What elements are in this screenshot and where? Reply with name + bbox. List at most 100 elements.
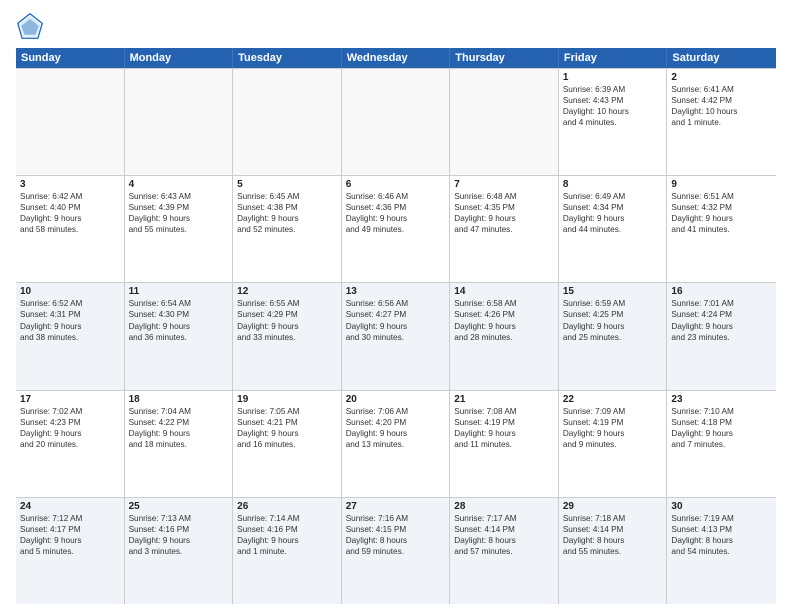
day-cell-11: 11Sunrise: 6:54 AM Sunset: 4:30 PM Dayli… bbox=[125, 283, 234, 389]
day-number: 18 bbox=[129, 394, 229, 405]
calendar-row-3: 17Sunrise: 7:02 AM Sunset: 4:23 PM Dayli… bbox=[16, 391, 776, 498]
day-info: Sunrise: 7:08 AM Sunset: 4:19 PM Dayligh… bbox=[454, 406, 554, 450]
day-info: Sunrise: 7:02 AM Sunset: 4:23 PM Dayligh… bbox=[20, 406, 120, 450]
day-number: 15 bbox=[563, 286, 663, 297]
day-number: 28 bbox=[454, 501, 554, 512]
day-number: 30 bbox=[671, 501, 772, 512]
day-number: 10 bbox=[20, 286, 120, 297]
day-cell-7: 7Sunrise: 6:48 AM Sunset: 4:35 PM Daylig… bbox=[450, 176, 559, 282]
header-day-tuesday: Tuesday bbox=[233, 48, 342, 68]
day-number: 16 bbox=[671, 286, 772, 297]
day-info: Sunrise: 6:39 AM Sunset: 4:43 PM Dayligh… bbox=[563, 84, 663, 128]
header bbox=[16, 12, 776, 40]
day-info: Sunrise: 6:56 AM Sunset: 4:27 PM Dayligh… bbox=[346, 298, 446, 342]
day-number: 3 bbox=[20, 179, 120, 190]
day-number: 14 bbox=[454, 286, 554, 297]
day-info: Sunrise: 7:12 AM Sunset: 4:17 PM Dayligh… bbox=[20, 513, 120, 557]
day-number: 17 bbox=[20, 394, 120, 405]
day-number: 22 bbox=[563, 394, 663, 405]
day-info: Sunrise: 7:01 AM Sunset: 4:24 PM Dayligh… bbox=[671, 298, 772, 342]
day-info: Sunrise: 7:17 AM Sunset: 4:14 PM Dayligh… bbox=[454, 513, 554, 557]
day-cell-6: 6Sunrise: 6:46 AM Sunset: 4:36 PM Daylig… bbox=[342, 176, 451, 282]
day-cell-3: 3Sunrise: 6:42 AM Sunset: 4:40 PM Daylig… bbox=[16, 176, 125, 282]
calendar-row-4: 24Sunrise: 7:12 AM Sunset: 4:17 PM Dayli… bbox=[16, 498, 776, 604]
header-day-friday: Friday bbox=[559, 48, 668, 68]
day-number: 21 bbox=[454, 394, 554, 405]
empty-cell bbox=[125, 69, 234, 175]
day-number: 23 bbox=[671, 394, 772, 405]
day-cell-30: 30Sunrise: 7:19 AM Sunset: 4:13 PM Dayli… bbox=[667, 498, 776, 604]
day-cell-28: 28Sunrise: 7:17 AM Sunset: 4:14 PM Dayli… bbox=[450, 498, 559, 604]
day-cell-29: 29Sunrise: 7:18 AM Sunset: 4:14 PM Dayli… bbox=[559, 498, 668, 604]
day-number: 27 bbox=[346, 501, 446, 512]
calendar-row-2: 10Sunrise: 6:52 AM Sunset: 4:31 PM Dayli… bbox=[16, 283, 776, 390]
day-number: 9 bbox=[671, 179, 772, 190]
day-cell-9: 9Sunrise: 6:51 AM Sunset: 4:32 PM Daylig… bbox=[667, 176, 776, 282]
day-info: Sunrise: 6:55 AM Sunset: 4:29 PM Dayligh… bbox=[237, 298, 337, 342]
calendar-header: SundayMondayTuesdayWednesdayThursdayFrid… bbox=[16, 48, 776, 68]
day-cell-16: 16Sunrise: 7:01 AM Sunset: 4:24 PM Dayli… bbox=[667, 283, 776, 389]
day-number: 26 bbox=[237, 501, 337, 512]
day-cell-15: 15Sunrise: 6:59 AM Sunset: 4:25 PM Dayli… bbox=[559, 283, 668, 389]
logo bbox=[16, 12, 48, 40]
day-cell-20: 20Sunrise: 7:06 AM Sunset: 4:20 PM Dayli… bbox=[342, 391, 451, 497]
day-info: Sunrise: 7:10 AM Sunset: 4:18 PM Dayligh… bbox=[671, 406, 772, 450]
day-number: 20 bbox=[346, 394, 446, 405]
day-cell-8: 8Sunrise: 6:49 AM Sunset: 4:34 PM Daylig… bbox=[559, 176, 668, 282]
day-cell-21: 21Sunrise: 7:08 AM Sunset: 4:19 PM Dayli… bbox=[450, 391, 559, 497]
day-number: 2 bbox=[671, 72, 772, 83]
header-day-monday: Monday bbox=[125, 48, 234, 68]
day-info: Sunrise: 6:58 AM Sunset: 4:26 PM Dayligh… bbox=[454, 298, 554, 342]
day-info: Sunrise: 7:19 AM Sunset: 4:13 PM Dayligh… bbox=[671, 513, 772, 557]
day-info: Sunrise: 7:05 AM Sunset: 4:21 PM Dayligh… bbox=[237, 406, 337, 450]
day-info: Sunrise: 6:45 AM Sunset: 4:38 PM Dayligh… bbox=[237, 191, 337, 235]
day-cell-24: 24Sunrise: 7:12 AM Sunset: 4:17 PM Dayli… bbox=[16, 498, 125, 604]
day-cell-19: 19Sunrise: 7:05 AM Sunset: 4:21 PM Dayli… bbox=[233, 391, 342, 497]
header-day-wednesday: Wednesday bbox=[342, 48, 451, 68]
day-info: Sunrise: 7:06 AM Sunset: 4:20 PM Dayligh… bbox=[346, 406, 446, 450]
day-info: Sunrise: 6:54 AM Sunset: 4:30 PM Dayligh… bbox=[129, 298, 229, 342]
day-number: 24 bbox=[20, 501, 120, 512]
logo-icon bbox=[16, 12, 44, 40]
empty-cell bbox=[233, 69, 342, 175]
day-info: Sunrise: 6:49 AM Sunset: 4:34 PM Dayligh… bbox=[563, 191, 663, 235]
day-cell-17: 17Sunrise: 7:02 AM Sunset: 4:23 PM Dayli… bbox=[16, 391, 125, 497]
day-cell-22: 22Sunrise: 7:09 AM Sunset: 4:19 PM Dayli… bbox=[559, 391, 668, 497]
day-info: Sunrise: 7:13 AM Sunset: 4:16 PM Dayligh… bbox=[129, 513, 229, 557]
day-number: 29 bbox=[563, 501, 663, 512]
day-info: Sunrise: 6:51 AM Sunset: 4:32 PM Dayligh… bbox=[671, 191, 772, 235]
day-number: 11 bbox=[129, 286, 229, 297]
day-number: 6 bbox=[346, 179, 446, 190]
day-info: Sunrise: 6:52 AM Sunset: 4:31 PM Dayligh… bbox=[20, 298, 120, 342]
day-cell-23: 23Sunrise: 7:10 AM Sunset: 4:18 PM Dayli… bbox=[667, 391, 776, 497]
calendar-row-1: 3Sunrise: 6:42 AM Sunset: 4:40 PM Daylig… bbox=[16, 176, 776, 283]
day-cell-1: 1Sunrise: 6:39 AM Sunset: 4:43 PM Daylig… bbox=[559, 69, 668, 175]
day-cell-18: 18Sunrise: 7:04 AM Sunset: 4:22 PM Dayli… bbox=[125, 391, 234, 497]
day-cell-14: 14Sunrise: 6:58 AM Sunset: 4:26 PM Dayli… bbox=[450, 283, 559, 389]
day-cell-10: 10Sunrise: 6:52 AM Sunset: 4:31 PM Dayli… bbox=[16, 283, 125, 389]
day-cell-13: 13Sunrise: 6:56 AM Sunset: 4:27 PM Dayli… bbox=[342, 283, 451, 389]
day-info: Sunrise: 6:42 AM Sunset: 4:40 PM Dayligh… bbox=[20, 191, 120, 235]
day-info: Sunrise: 6:41 AM Sunset: 4:42 PM Dayligh… bbox=[671, 84, 772, 128]
day-number: 25 bbox=[129, 501, 229, 512]
day-info: Sunrise: 6:46 AM Sunset: 4:36 PM Dayligh… bbox=[346, 191, 446, 235]
day-cell-12: 12Sunrise: 6:55 AM Sunset: 4:29 PM Dayli… bbox=[233, 283, 342, 389]
day-number: 5 bbox=[237, 179, 337, 190]
day-info: Sunrise: 7:14 AM Sunset: 4:16 PM Dayligh… bbox=[237, 513, 337, 557]
day-number: 1 bbox=[563, 72, 663, 83]
calendar: SundayMondayTuesdayWednesdayThursdayFrid… bbox=[16, 48, 776, 604]
day-number: 19 bbox=[237, 394, 337, 405]
day-info: Sunrise: 7:18 AM Sunset: 4:14 PM Dayligh… bbox=[563, 513, 663, 557]
day-info: Sunrise: 7:04 AM Sunset: 4:22 PM Dayligh… bbox=[129, 406, 229, 450]
day-info: Sunrise: 6:59 AM Sunset: 4:25 PM Dayligh… bbox=[563, 298, 663, 342]
empty-cell bbox=[450, 69, 559, 175]
day-cell-5: 5Sunrise: 6:45 AM Sunset: 4:38 PM Daylig… bbox=[233, 176, 342, 282]
day-cell-2: 2Sunrise: 6:41 AM Sunset: 4:42 PM Daylig… bbox=[667, 69, 776, 175]
empty-cell bbox=[342, 69, 451, 175]
day-cell-25: 25Sunrise: 7:13 AM Sunset: 4:16 PM Dayli… bbox=[125, 498, 234, 604]
day-number: 4 bbox=[129, 179, 229, 190]
day-number: 7 bbox=[454, 179, 554, 190]
empty-cell bbox=[16, 69, 125, 175]
day-info: Sunrise: 7:16 AM Sunset: 4:15 PM Dayligh… bbox=[346, 513, 446, 557]
day-cell-27: 27Sunrise: 7:16 AM Sunset: 4:15 PM Dayli… bbox=[342, 498, 451, 604]
